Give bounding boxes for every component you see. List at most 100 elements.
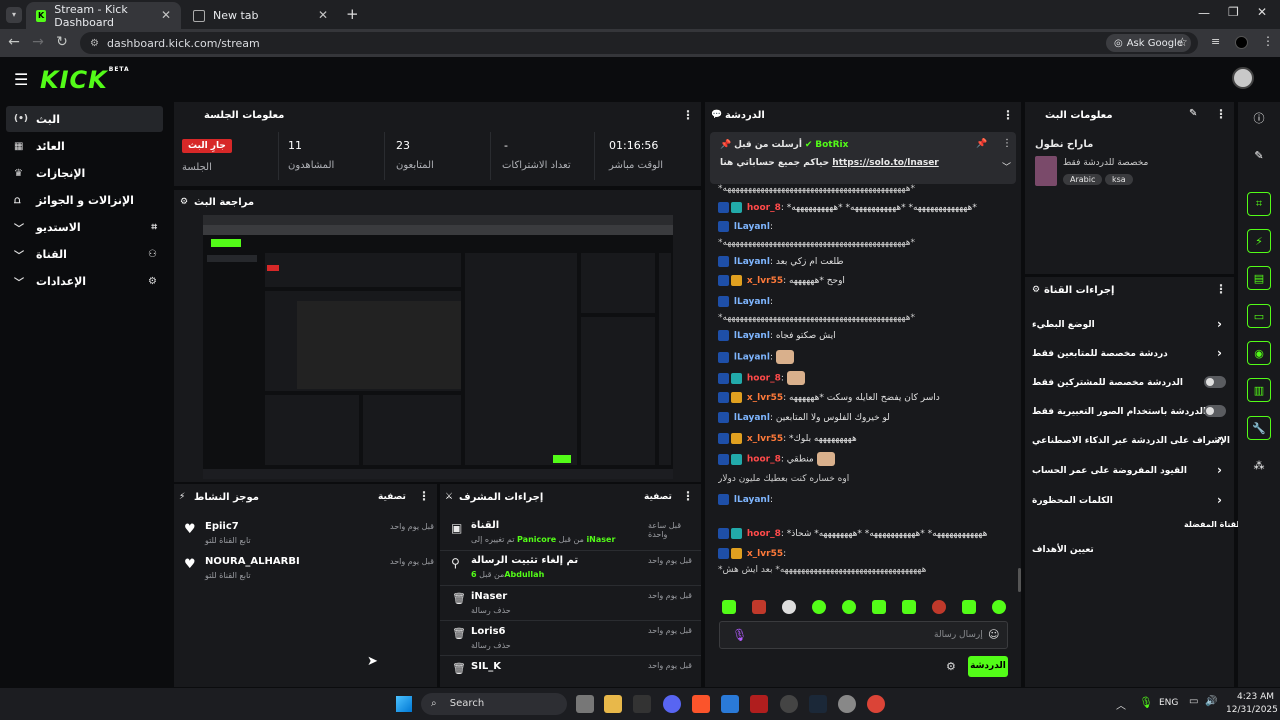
chat-username[interactable]: x_lvr55 (747, 393, 783, 403)
sidebar-item-channel[interactable]: ﹀ القناة ⚇ (6, 241, 163, 267)
chat-send-button[interactable]: الدردشة (968, 656, 1008, 677)
chat-username[interactable]: hoor_8 (747, 529, 781, 539)
mic-tray-icon[interactable]: 🎙 (1139, 696, 1153, 709)
category-thumbnail[interactable] (1035, 156, 1057, 186)
tab-kick-dashboard[interactable]: K Stream - Kick Dashboard ✕ (26, 2, 181, 29)
language-indicator[interactable]: ENG (1159, 698, 1178, 708)
chat-username[interactable]: x_lvr55 (747, 276, 783, 286)
chat-username[interactable]: lLayanl (734, 331, 770, 341)
emote-icon[interactable] (722, 600, 736, 614)
activity-filter-button[interactable]: تصفية (378, 492, 406, 502)
followers-only-item[interactable]: دردشة مخصصة للمتابعين فقط › (1032, 346, 1232, 360)
chat-username[interactable]: lLayanl (734, 413, 770, 423)
app-icon[interactable] (721, 695, 739, 713)
chevron-down-icon[interactable]: ﹀ (1002, 160, 1011, 173)
mod-action-title[interactable]: Loris6 (471, 626, 506, 637)
steam-icon[interactable] (809, 695, 827, 713)
apps-icon[interactable]: ⁂ (1247, 453, 1271, 477)
app-icon[interactable] (780, 695, 798, 713)
pin-icon[interactable]: 📌 (976, 139, 987, 149)
tray-chevron-icon[interactable]: ︿ (1116, 697, 1126, 712)
edit-pencil-icon[interactable]: ✎ (1247, 143, 1271, 167)
profile-avatar-icon[interactable] (1235, 36, 1248, 49)
user-avatar[interactable] (1232, 67, 1254, 89)
more-options-icon[interactable]: ⋮ (682, 489, 694, 503)
more-options-icon[interactable]: ⋮ (1002, 108, 1014, 122)
close-tab-icon[interactable]: ✕ (318, 8, 328, 22)
stream-tag[interactable]: ksa (1105, 174, 1133, 185)
pinned-message[interactable]: 📌 أرسلت من قبل ✔ BotRix حياكم جميع حسابا… (710, 132, 1016, 184)
media-controls-icon[interactable]: ≡ (1211, 35, 1220, 48)
lightning-icon[interactable]: ⚡ (1247, 229, 1271, 253)
close-tab-icon[interactable]: ✕ (161, 8, 171, 22)
forward-icon[interactable]: → (26, 34, 50, 50)
more-options-icon[interactable]: ⋮ (682, 108, 694, 122)
settings-icon[interactable] (838, 695, 856, 713)
network-icon[interactable]: ▭ (1189, 696, 1198, 707)
chat-input-box[interactable]: 🎙 إرسال رسالة ☺ (719, 621, 1008, 649)
back-icon[interactable]: ← (2, 34, 26, 50)
stream-preview-video[interactable] (203, 215, 673, 479)
bookmark-star-icon[interactable]: ☆ (1177, 35, 1188, 49)
volume-icon[interactable]: 🔊 (1205, 696, 1217, 707)
emote-icon[interactable] (902, 600, 916, 614)
sidebar-item-drops[interactable]: ⩍ الإنزالات و الجوائز (6, 187, 163, 213)
stream-tag[interactable]: Arabic (1063, 174, 1103, 185)
address-bar[interactable]: ⚙ dashboard.kick.com/stream ◎ Ask Google (80, 32, 1198, 54)
sidebar-item-achievements[interactable]: ♛ الإنجازات (6, 160, 163, 186)
chat-username[interactable]: lLayanl (734, 495, 770, 505)
activity-user[interactable]: Epiic7 (205, 521, 239, 532)
clock-date[interactable]: 12/31/2025 (1226, 705, 1278, 715)
chat-settings-gear-icon[interactable]: ⚙ (946, 660, 956, 673)
file-explorer-icon[interactable] (604, 695, 622, 713)
emote-icon[interactable] (752, 600, 766, 614)
hamburger-menu-icon[interactable]: ☰ (14, 70, 28, 89)
chrome-menu-icon[interactable]: ⋮ (1262, 34, 1274, 48)
more-options-icon[interactable]: ⋮ (1215, 282, 1227, 296)
reload-icon[interactable]: ↻ (50, 34, 74, 50)
tab-search-icon[interactable]: ▾ (6, 7, 22, 23)
pinned-link[interactable]: https://solo.to/lnaser (832, 158, 938, 168)
activity-user[interactable]: NOURA_ALHARBI (205, 556, 300, 567)
ai-moderation-item[interactable]: الإشراف على الدردشة عبر الذكاء الاصطناعي… (1032, 436, 1232, 446)
site-info-icon[interactable]: ⚙ (90, 38, 99, 49)
pinned-bot-name[interactable]: BotRix (815, 140, 848, 150)
window-close-icon[interactable]: ✕ (1257, 5, 1267, 19)
tab-new-tab[interactable]: New tab ✕ (183, 2, 338, 29)
emote-icon[interactable] (932, 600, 946, 614)
more-options-icon[interactable]: ⋮ (1215, 107, 1227, 121)
chat-username[interactable]: lLayanl (734, 297, 770, 307)
wrench-icon[interactable]: 🔧 (1247, 416, 1271, 440)
chat-username[interactable]: lLayanl (734, 222, 770, 232)
chat-bubble-icon[interactable]: ▭ (1247, 304, 1271, 328)
sidebar-item-studio[interactable]: ﹀ الاستديو ⌗ (6, 214, 163, 240)
app-icon[interactable] (633, 695, 651, 713)
banned-words-item[interactable]: الكلمات المحظورة › (1032, 493, 1232, 507)
emote-icon[interactable] (992, 600, 1006, 614)
emote-icon[interactable] (962, 600, 976, 614)
broadcast-icon[interactable]: ◉ (1247, 341, 1271, 365)
chat-username[interactable]: x_lvr55 (747, 434, 783, 444)
notes-icon[interactable]: ▤ (1247, 266, 1271, 290)
sidebar-item-settings[interactable]: ﹀ الإعدادات ⚙ (6, 268, 163, 294)
more-options-icon[interactable]: ⋮ (1002, 138, 1012, 149)
chat-username[interactable]: hoor_8 (747, 374, 781, 384)
subscribers-only-toggle[interactable] (1204, 376, 1226, 388)
chat-username[interactable]: hoor_8 (747, 455, 781, 465)
emote-icon[interactable] (842, 600, 856, 614)
kick-logo[interactable]: KICKBETA (40, 66, 130, 94)
chat-scrollbar[interactable] (1018, 568, 1021, 592)
emote-icon[interactable] (872, 600, 886, 614)
app-icon[interactable] (750, 695, 768, 713)
mod-action-user[interactable]: iNaser (586, 535, 615, 544)
mod-action-user[interactable]: Panicore (517, 535, 556, 544)
discord-icon[interactable] (663, 695, 681, 713)
chrome-icon[interactable] (867, 695, 885, 713)
emoji-icon[interactable]: ☺ (988, 628, 999, 641)
mic-icon[interactable]: 🎙 (732, 628, 747, 642)
chat-username[interactable]: lLayanl (734, 353, 770, 363)
mod-action-title[interactable]: SIL_K (471, 661, 501, 672)
stream-category[interactable]: مخصصة للدردشة فقط (1063, 158, 1148, 168)
brave-icon[interactable] (692, 695, 710, 713)
layout-icon[interactable]: ▥ (1247, 378, 1271, 402)
